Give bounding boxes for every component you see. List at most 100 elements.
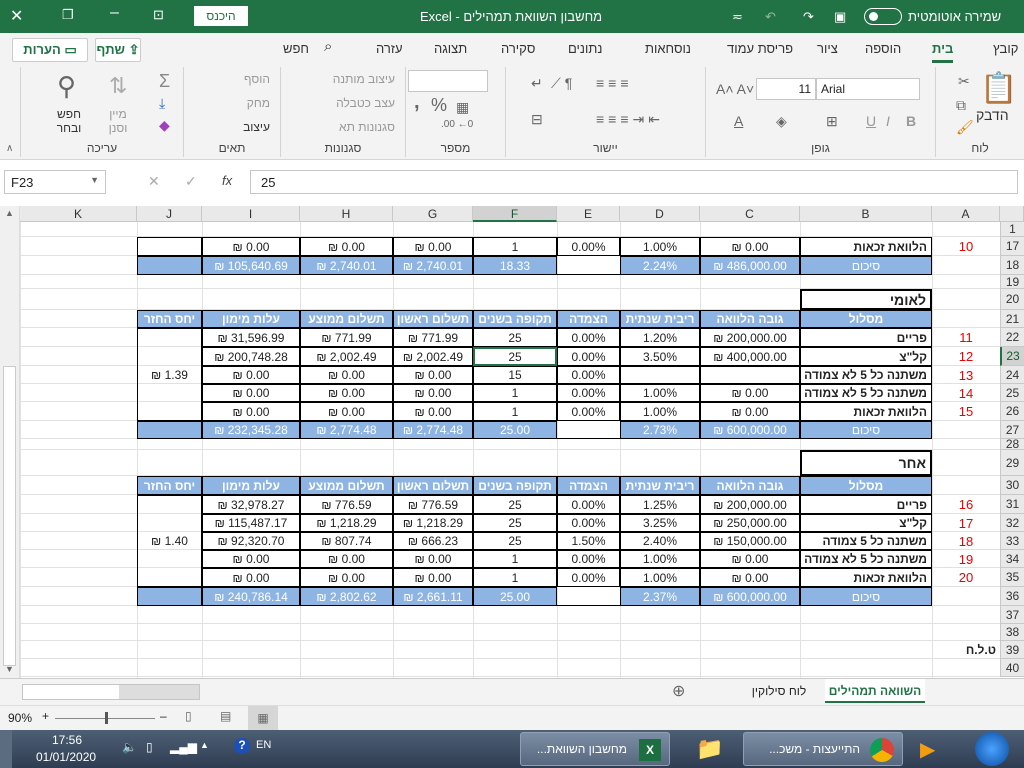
cell-c35[interactable]: ₪ 0.00 — [700, 568, 800, 587]
cell-b36[interactable]: סיכום — [800, 587, 932, 606]
row-header-22[interactable]: 22 — [1000, 328, 1024, 347]
cell-g27[interactable]: ₪ 2,774.48 — [393, 421, 473, 439]
cell-styles-button[interactable]: סגנונות תא — [339, 120, 395, 134]
tab-insert[interactable]: הוספה — [865, 41, 901, 56]
font-grow-shrink-icons[interactable]: A˄ A˅ — [716, 81, 754, 97]
cell-a33[interactable]: 18 — [932, 532, 1000, 550]
cell-c17[interactable]: ₪ 0.00 — [700, 237, 800, 256]
cell-h33[interactable]: ₪ 807.74 — [300, 532, 393, 550]
cell-i26[interactable]: ₪ 0.00 — [202, 402, 300, 421]
percent-button[interactable]: % — [431, 95, 447, 116]
row-header-20[interactable]: 20 — [1000, 289, 1024, 310]
spreadsheet-grid[interactable]: ABCDEFGHIJK11718192021222324252627282930… — [0, 206, 1024, 678]
horizontal-align-icons[interactable]: ≡≡≡⇥⇤ — [596, 111, 664, 128]
restore-icon[interactable]: ❐ — [62, 7, 74, 23]
volume-icon[interactable]: 🔈 — [122, 740, 137, 754]
cell-g22[interactable]: ₪ 771.99 — [393, 328, 473, 347]
cell-f31[interactable]: 25 — [473, 495, 557, 514]
cell-e36[interactable] — [557, 587, 620, 606]
cell-b23[interactable]: קל"צ — [800, 347, 932, 366]
show-desktop-button[interactable] — [0, 730, 12, 768]
cell-j21[interactable]: יחס החזר — [137, 310, 202, 328]
cell-i33[interactable]: ₪ 92,320.70 — [202, 532, 300, 550]
row-header-32[interactable]: 32 — [1000, 514, 1024, 532]
cell-g24[interactable]: ₪ 0.00 — [393, 366, 473, 384]
cell-h34[interactable]: ₪ 0.00 — [300, 550, 393, 568]
cell-c36[interactable]: ₪ 600,000.00 — [700, 587, 800, 606]
cell-e21[interactable]: הצמדה — [557, 310, 620, 328]
cell-h31[interactable]: ₪ 776.59 — [300, 495, 393, 514]
cell-f26[interactable]: 1 — [473, 402, 557, 421]
row-header-38[interactable]: 38 — [1000, 624, 1024, 641]
cell-b26[interactable]: הלוואת זכאות — [800, 402, 932, 421]
cell-b21[interactable]: מסלול — [800, 310, 932, 328]
cell-f33[interactable]: 25 — [473, 532, 557, 550]
cell-a34[interactable]: 19 — [932, 550, 1000, 568]
cell-a26[interactable]: 15 — [932, 402, 1000, 421]
cell-f27[interactable]: 25.00 — [473, 421, 557, 439]
cell-i18[interactable]: ₪ 105,640.69 — [202, 256, 300, 275]
cell-c25[interactable]: ₪ 0.00 — [700, 384, 800, 402]
cell-b27[interactable]: סיכום — [800, 421, 932, 439]
sort-filter-icon[interactable]: ⇅ — [109, 73, 127, 99]
cell-b20[interactable]: לאומי — [800, 289, 932, 310]
cell-b30[interactable]: מסלול — [800, 476, 932, 495]
cell-b31[interactable]: פריים — [800, 495, 932, 514]
row-header-26[interactable]: 26 — [1000, 402, 1024, 421]
search-label[interactable]: חפש — [283, 41, 309, 56]
enter-icon[interactable]: ✓ — [185, 173, 197, 190]
tab-page-layout[interactable]: פריסת עמוד — [727, 41, 793, 56]
row-header-36[interactable]: 36 — [1000, 587, 1024, 606]
customize-qat-icon[interactable]: ≂ — [732, 9, 743, 25]
cell-i31[interactable]: ₪ 32,978.27 — [202, 495, 300, 514]
row-header-29[interactable]: 29 — [1000, 450, 1024, 476]
row-header-37[interactable]: 37 — [1000, 606, 1024, 624]
cell-e31[interactable]: 0.00% — [557, 495, 620, 514]
search-icon[interactable]: ⌕ — [324, 38, 332, 55]
cell-a31[interactable]: 16 — [932, 495, 1000, 514]
save-icon[interactable]: ▣ — [834, 9, 846, 25]
cell-c27[interactable]: ₪ 600,000.00 — [700, 421, 800, 439]
scroll-up-icon[interactable]: ▲ — [5, 208, 14, 218]
language-indicator[interactable]: EN — [256, 739, 271, 751]
cell-b33[interactable]: משתנה כל 5 צמודה — [800, 532, 932, 550]
vertical-align-icons[interactable]: ≡≡≡ — [596, 75, 633, 91]
cell-f35[interactable]: 1 — [473, 568, 557, 587]
find-select-icon[interactable]: ⚲ — [57, 71, 76, 102]
insert-function-icon[interactable]: fx — [222, 173, 232, 188]
cell-e22[interactable]: 0.00% — [557, 328, 620, 347]
cell-b17[interactable]: הלוואת זכאות — [800, 237, 932, 256]
cell-b22[interactable]: פריים — [800, 328, 932, 347]
cell-h25[interactable]: ₪ 0.00 — [300, 384, 393, 402]
column-header-j[interactable]: J — [137, 206, 202, 222]
cell-e23[interactable]: 0.00% — [557, 347, 620, 366]
column-header-a[interactable]: A — [932, 206, 1000, 222]
cell-i24[interactable]: ₪ 0.00 — [202, 366, 300, 384]
cell-d18[interactable]: 2.24% — [620, 256, 700, 275]
zoom-slider-thumb[interactable] — [105, 712, 108, 724]
cell-e30[interactable]: הצמדה — [557, 476, 620, 495]
cell-a32[interactable]: 17 — [932, 514, 1000, 532]
cell-h27[interactable]: ₪ 2,774.48 — [300, 421, 393, 439]
column-header-c[interactable]: C — [700, 206, 800, 222]
cell-e35[interactable]: 0.00% — [557, 568, 620, 587]
fill-icon[interactable]: ⤓ — [159, 95, 165, 112]
row-header-40[interactable]: 40 — [1000, 659, 1024, 677]
tab-draw[interactable]: ציור — [817, 41, 838, 56]
cell-b34[interactable]: משתנה כל 5 לא צמודה — [800, 550, 932, 568]
comments-button[interactable]: הערות ▭ — [12, 38, 88, 62]
tray-expand-icon[interactable]: ▲ — [200, 740, 209, 750]
scroll-down-icon[interactable]: ▼ — [5, 664, 14, 674]
cell-j36[interactable] — [137, 587, 202, 606]
row-header-39[interactable]: 39 — [1000, 641, 1024, 659]
page-layout-view-icon[interactable]: ▤ — [220, 709, 231, 723]
merge-center-icon[interactable]: ⊟ — [531, 111, 543, 128]
page-break-view-icon[interactable]: ▯ — [185, 709, 192, 723]
cell-g18[interactable]: ₪ 2,740.01 — [393, 256, 473, 275]
cell-d22[interactable]: 1.20% — [620, 328, 700, 347]
zoom-in-icon[interactable]: + — [42, 709, 49, 723]
taskbar-excel[interactable]: מחשבון השוואת...X — [520, 732, 670, 766]
cell-d34[interactable]: 1.00% — [620, 550, 700, 568]
cell-b29[interactable]: אחר — [800, 450, 932, 476]
cell-f34[interactable]: 1 — [473, 550, 557, 568]
